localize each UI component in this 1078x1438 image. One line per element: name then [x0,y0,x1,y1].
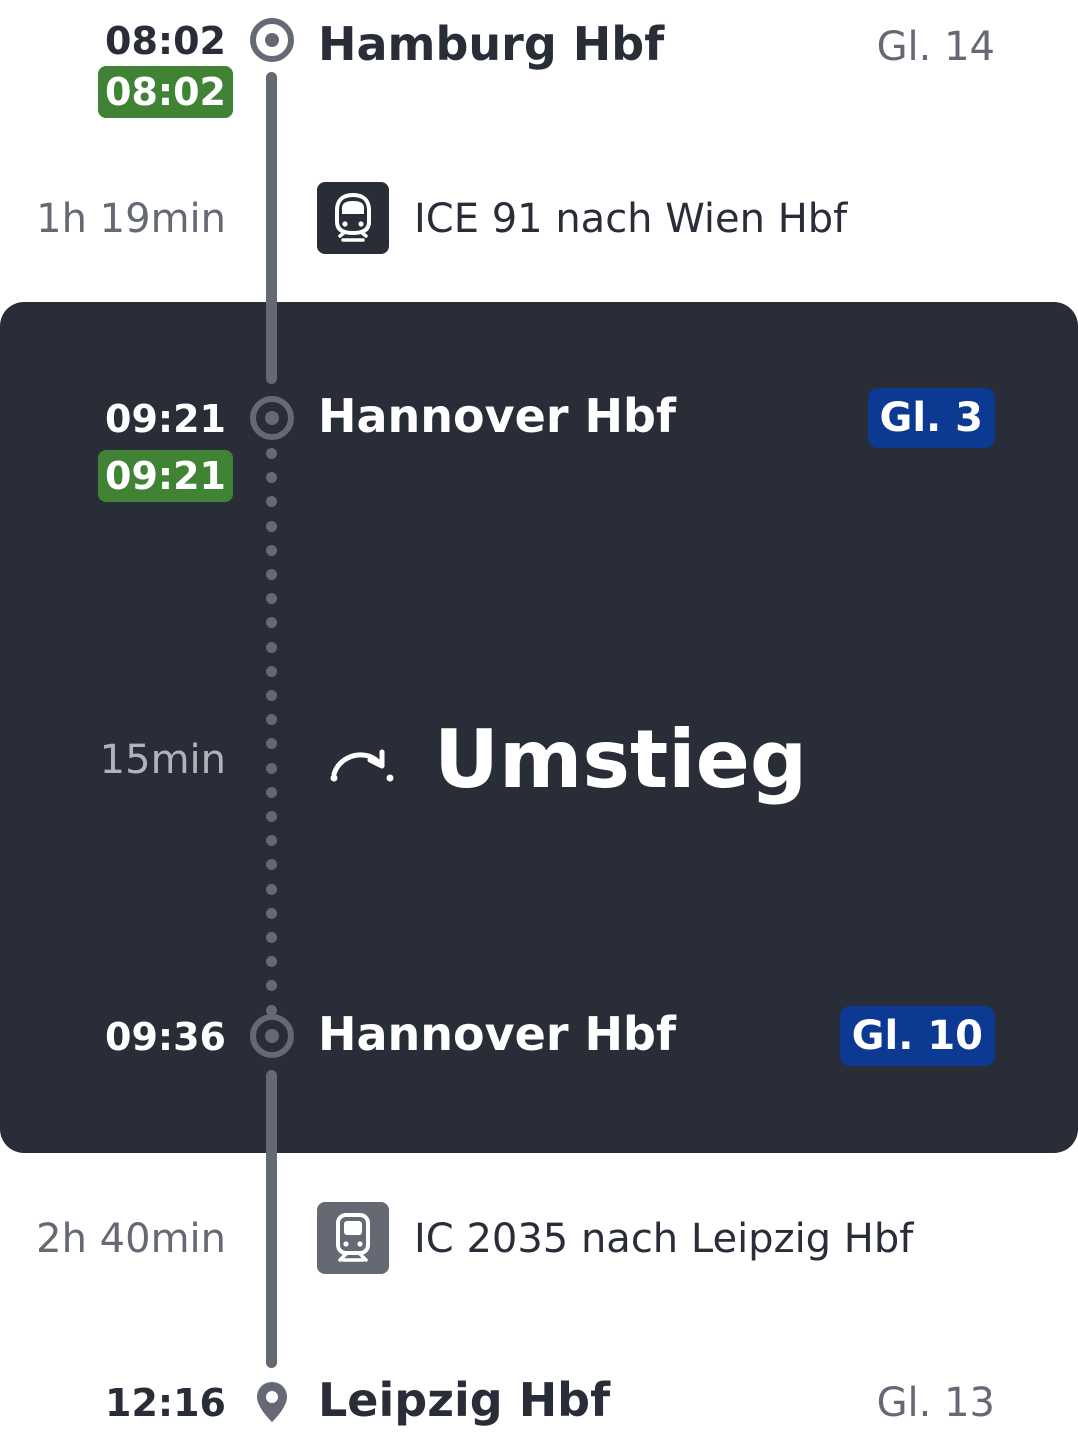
timeline-dot [266,980,277,992]
origin-stop-icon [250,18,294,62]
timeline-dot [266,544,277,556]
transfer-arrival-realtime-badge: 09:21 [98,450,233,502]
timeline-dot [266,932,277,943]
destination-station[interactable]: Leipzig Hbf [318,1372,610,1428]
timeline-dot [266,811,277,822]
timeline-dot [266,569,277,580]
transfer-label: Umstieg [434,713,808,806]
transfer-departure-stop-icon [250,1014,294,1058]
timeline-dot [266,520,277,532]
timeline-segment-ic [266,1070,277,1368]
transfer-departure-station[interactable]: Hannover Hbf [318,1006,676,1062]
destination-pin-icon [257,1382,287,1422]
transfer-arrival-station[interactable]: Hannover Hbf [318,388,676,444]
timeline-dot [266,762,277,774]
leg1-duration: 1h 19min [36,196,226,242]
timeline-dot [266,738,277,750]
timeline-dot [266,859,277,871]
transfer-duration: 15min [99,737,226,783]
leg2-train-label[interactable]: IC 2035 nach Leipzig Hbf [414,1214,913,1264]
timeline-dot [266,641,277,653]
timeline-dot [266,665,277,677]
timeline-dot [266,956,277,968]
timeline-transfer-walk [266,448,277,1016]
transfer-arrow-icon [330,749,394,782]
timeline-dot [266,472,277,484]
transfer-arrival-time: 09:21 [105,397,226,441]
timeline-dot [266,883,277,895]
transfer-departure-platform-badge: Gl. 10 [839,1006,995,1066]
timeline-dot [266,786,277,798]
transfer-departure-time: 09:36 [105,1015,226,1059]
leg2-duration: 2h 40min [36,1216,226,1262]
timeline-dot [266,448,277,459]
origin-station[interactable]: Hamburg Hbf [318,16,664,72]
destination-platform: Gl. 13 [876,1380,995,1426]
timeline-dot [266,690,277,701]
timeline-segment-ice [266,72,277,384]
timeline-dot [266,835,277,847]
timeline-dot [266,617,277,629]
origin-platform: Gl. 14 [876,24,995,70]
timeline-dot [266,496,277,508]
timeline-dot [266,714,277,726]
departure-time: 08:02 [105,19,226,63]
ice-train-icon [317,182,389,254]
transfer-arrival-stop-icon [250,396,294,440]
transfer-arrival-platform-badge: Gl. 3 [867,388,995,448]
departure-realtime-badge: 08:02 [98,66,233,118]
leg1-train-label[interactable]: ICE 91 nach Wien Hbf [414,194,847,244]
timeline-dot [266,593,277,605]
ic-train-icon [317,1202,389,1274]
arrival-time: 12:16 [105,1381,226,1425]
timeline-dot [266,907,277,919]
